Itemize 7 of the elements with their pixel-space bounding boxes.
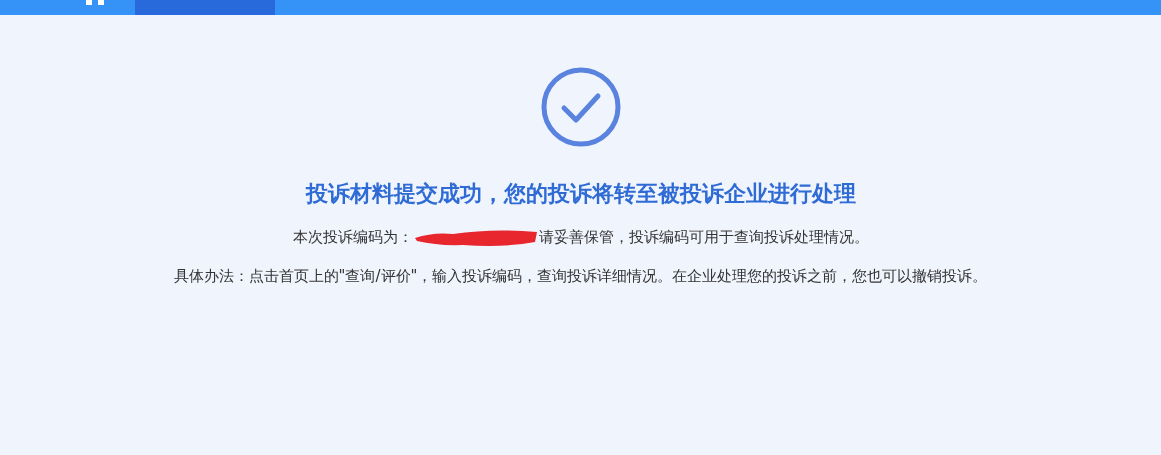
success-title: 投诉材料提交成功，您的投诉将转至被投诉企业进行处理 — [305, 180, 856, 208]
code-note: 请妥善保管，投诉编码可用于查询投诉处理情况。 — [538, 227, 869, 248]
nav-tab[interactable] — [135, 0, 275, 15]
method-text: 具体办法：点击首页上的"查询/评价"，输入投诉编码，查询投诉详细情况。在企业处理您的投诉之前，您也可以撤销投诉。 — [173, 266, 988, 287]
logo-icon — [86, 0, 104, 5]
code-label: 本次投诉编码为： — [292, 227, 413, 248]
check-circle-icon — [539, 66, 622, 148]
